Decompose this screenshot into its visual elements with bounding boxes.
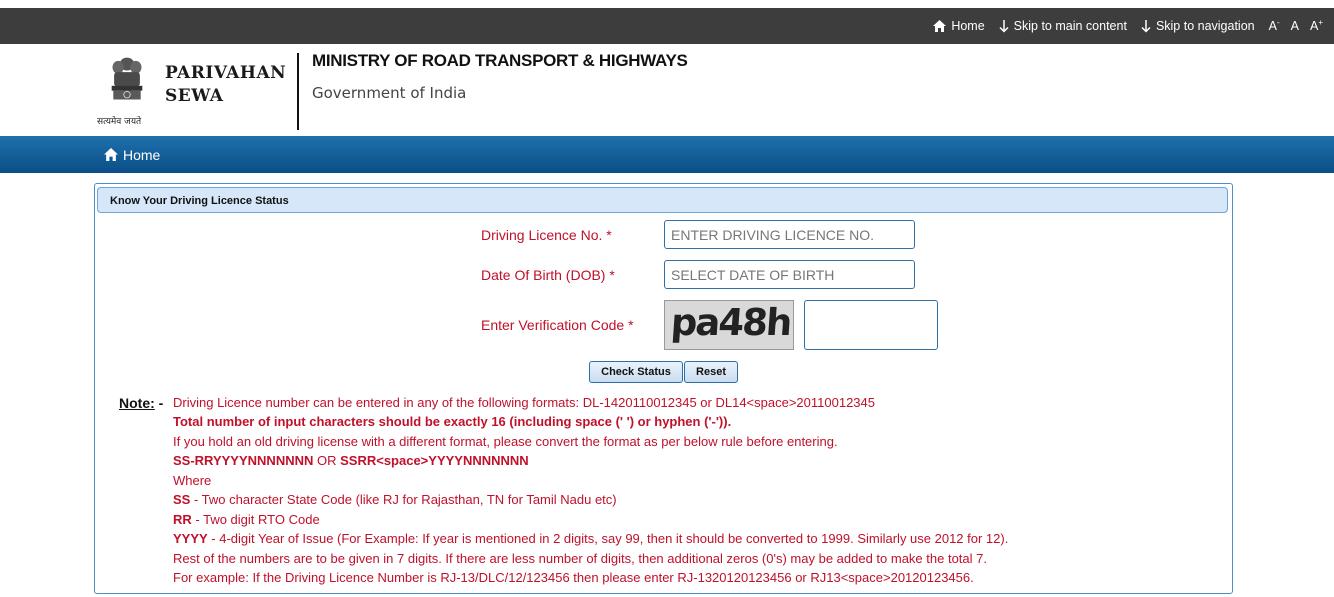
- captcha-image: pa48h: [664, 300, 794, 350]
- panel-header: Know Your Driving Licence Status: [97, 187, 1228, 213]
- note-dash: -: [154, 395, 164, 411]
- home-icon: [933, 20, 947, 32]
- note-label: Note: -: [119, 395, 163, 411]
- main-navbar: Home: [0, 136, 1334, 173]
- font-decrease-sign: -: [1276, 18, 1280, 28]
- captcha-label: Enter Verification Code *: [481, 317, 634, 333]
- font-increase-sign: +: [1318, 18, 1323, 28]
- note-line-5: Where: [173, 473, 212, 488]
- skip-main-link[interactable]: Skip to main content: [999, 19, 1127, 33]
- captcha-text: pa48h: [669, 301, 792, 344]
- format-2: SSRR<space>YYYYNNNNNNN: [340, 453, 529, 468]
- note-line-6: SS - Two character State Code (like RJ f…: [173, 492, 617, 507]
- arrow-down-icon: [999, 19, 1009, 33]
- dl-number-label: Driving Licence No. *: [481, 227, 612, 243]
- check-status-button[interactable]: Check Status: [589, 361, 683, 383]
- reset-button[interactable]: Reset: [684, 361, 738, 383]
- format-1: SS-RRYYYYNNNNNNN: [173, 453, 314, 468]
- rr-term: RR: [173, 512, 192, 527]
- yyyy-desc: - 4-digit Year of Issue (For Example: If…: [207, 531, 1009, 546]
- top-home-label: Home: [951, 19, 985, 33]
- brand-line2: SEWA: [165, 86, 224, 106]
- format-or: OR: [313, 453, 341, 468]
- font-normal-button[interactable]: A: [1291, 19, 1299, 33]
- government-subtitle: Government of India: [312, 84, 467, 102]
- note-line-3: If you hold an old driving license with …: [173, 434, 838, 449]
- note-label-text: Note:: [119, 395, 155, 411]
- arrow-down-icon: [1141, 19, 1151, 33]
- emblem-motto: सत्यमेव जयते: [97, 117, 142, 127]
- note-line-4: SS-RRYYYYNNNNNNN OR SSRR<space>YYYYNNNNN…: [173, 453, 529, 468]
- font-decrease-label: A: [1268, 19, 1277, 34]
- dob-label: Date Of Birth (DOB) *: [481, 267, 615, 283]
- dob-input[interactable]: [664, 260, 915, 289]
- ss-term: SS: [173, 492, 191, 507]
- note-line-7: RR - Two digit RTO Code: [173, 512, 320, 527]
- dl-number-input[interactable]: [664, 220, 915, 249]
- ss-desc: - Two character State Code (like RJ for …: [190, 492, 617, 507]
- note-line-2: Total number of input characters should …: [173, 414, 732, 429]
- panel-title: Know Your Driving Licence Status: [110, 195, 289, 207]
- font-increase-button[interactable]: A+: [1310, 18, 1323, 33]
- top-home-link[interactable]: Home: [933, 19, 985, 33]
- skip-nav-label: Skip to navigation: [1155, 19, 1255, 33]
- note-line-9: Rest of the numbers are to be given in 7…: [173, 551, 987, 566]
- ministry-title: MINISTRY OF ROAD TRANSPORT & HIGHWAYS: [312, 51, 688, 70]
- header-divider: [297, 53, 299, 130]
- brand-logo-text[interactable]: PARIVAHAN SEWA: [165, 62, 286, 108]
- top-links: Home Skip to main content Skip to naviga…: [933, 8, 1334, 44]
- captcha-input[interactable]: [804, 300, 938, 350]
- dl-status-panel: Know Your Driving Licence Status Driving…: [94, 183, 1233, 594]
- note-line-8: YYYY - 4-digit Year of Issue (For Exampl…: [173, 531, 1008, 546]
- note-line-1: Driving Licence number can be entered in…: [173, 395, 875, 410]
- yyyy-term: YYYY: [173, 531, 208, 546]
- skip-nav-link[interactable]: Skip to navigation: [1141, 19, 1255, 33]
- home-icon: [104, 148, 118, 161]
- brand-line1: PARIVAHAN: [165, 63, 287, 83]
- top-bar: Home Skip to main content Skip to naviga…: [0, 8, 1334, 44]
- rr-desc: - Two digit RTO Code: [191, 512, 320, 527]
- nav-home-label: Home: [123, 146, 161, 163]
- national-emblem-icon: [111, 57, 143, 100]
- note-line-10: For example: If the Driving Licence Numb…: [173, 570, 974, 585]
- skip-main-label: Skip to main content: [1013, 19, 1127, 33]
- nav-home-link[interactable]: Home: [104, 136, 160, 173]
- font-decrease-button[interactable]: A-: [1269, 18, 1280, 33]
